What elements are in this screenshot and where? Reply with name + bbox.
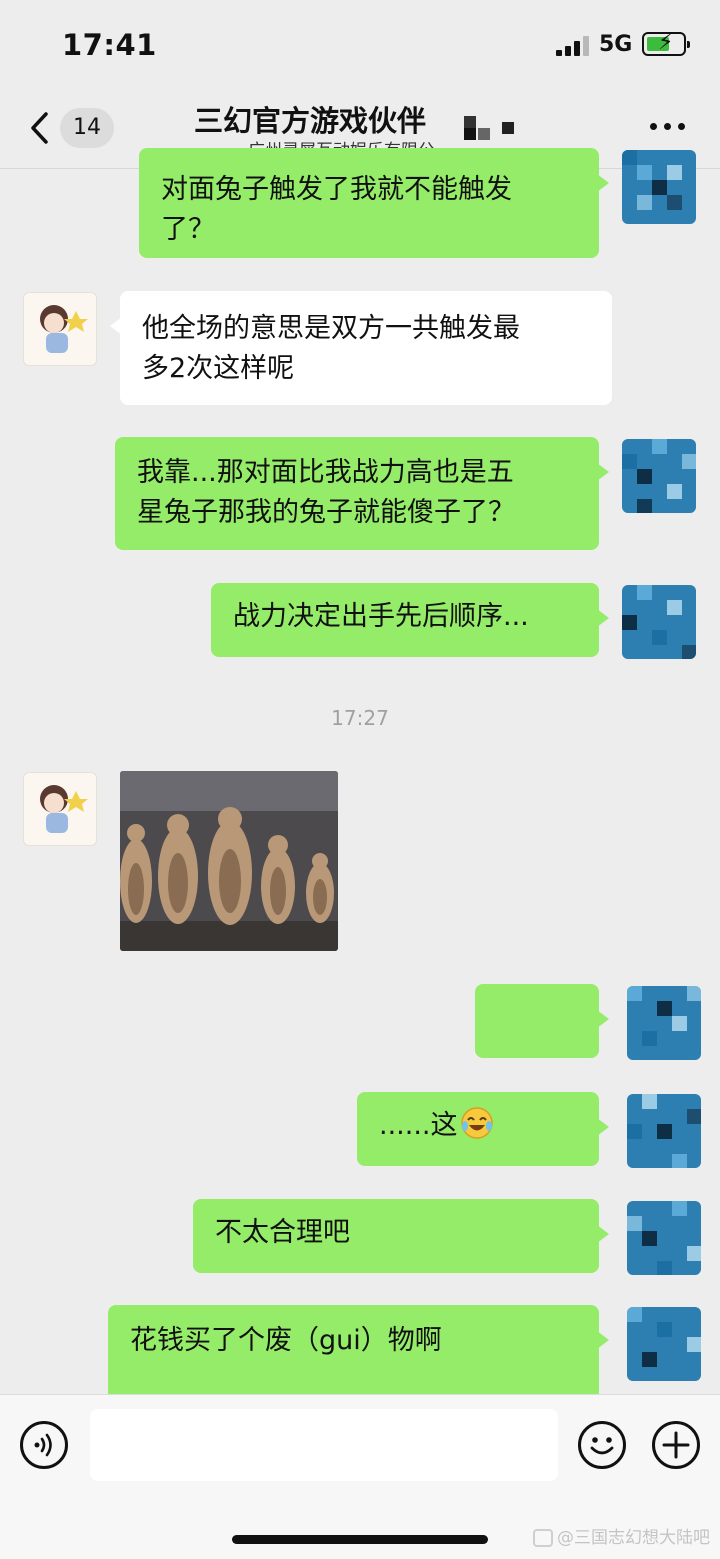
avatar-customer-service[interactable] [23,772,97,846]
home-indicator[interactable] [232,1535,488,1544]
message-line: 对面兔子触发了我就不能触发 [161,174,512,205]
message-bubble-outgoing[interactable]: ......这 [357,1092,609,1166]
message-input[interactable] [90,1409,558,1481]
chevron-left-icon[interactable] [26,108,56,148]
avatar-me[interactable] [622,585,696,659]
message-bubble-incoming[interactable]: 他全场的意思是双方一共触发最 多2次这样呢 [110,291,612,405]
crying-laughing-emoji [460,1107,493,1139]
watermark-text: @三国志幻想大陆吧 [557,1528,710,1548]
message-bubble-outgoing[interactable]: 我靠...那对面比我战力高也是五 星兔子那我的兔子就能傻子了？ [115,437,609,550]
battery-icon: ⚡ [642,31,690,56]
marmots-standing-sticker[interactable] [120,771,338,951]
message-bubble-outgoing[interactable]: 不太合理吧 [193,1199,609,1273]
avatar-me[interactable] [622,150,696,224]
watermark: @三国志幻想大陆吧 [533,1523,710,1548]
message-timestamp: 17:27 [331,706,389,730]
message-bubble-outgoing[interactable]: 对面兔子触发了我就不能触发 了？ [139,148,609,258]
plus-icon[interactable] [652,1421,700,1469]
message-line: 星兔子那我的兔子就能傻子了？ [137,497,515,528]
avatar-me[interactable] [627,986,701,1060]
message-line: 战力决定出手先后顺序... [233,601,529,632]
signal-icon [556,34,592,56]
message-line: 我靠...那对面比我战力高也是五 [137,457,514,488]
status-time: 17:41 [62,28,157,62]
avatar-me[interactable] [622,439,696,513]
message-bubble-outgoing[interactable]: 战力决定出手先后顺序... [211,583,609,657]
chat-screen: 17:41 5G ⚡ 14 三幻官方游戏伙伴 广州灵犀互动娱乐有限公 [0,0,720,1559]
message-line: 他全场的意思是双方一共触发最 [142,313,520,344]
message-line: ......这 [379,1110,458,1141]
avatar-customer-service[interactable] [23,292,97,366]
message-line: 多2次这样呢 [142,353,295,384]
message-line: 了？ [161,214,215,245]
redaction-mosaic [464,116,524,140]
message-bubble-outgoing[interactable] [475,984,609,1058]
emoji-icon[interactable] [578,1421,626,1469]
voice-icon[interactable] [20,1421,68,1469]
avatar-me[interactable] [627,1094,701,1168]
message-line: 不太合理吧 [215,1217,350,1248]
avatar-me[interactable] [627,1307,701,1381]
network-type: 5G [599,32,633,57]
more-dots-icon[interactable] [648,120,688,134]
tieba-logo-icon [533,1529,553,1547]
message-line: 花钱买了个废（gui）物啊 [130,1325,442,1356]
avatar-me[interactable] [627,1201,701,1275]
unread-count-badge[interactable]: 14 [60,108,114,148]
input-bar: @三国志幻想大陆吧 [0,1394,720,1559]
status-bar: 17:41 5G ⚡ [0,0,720,92]
chat-title: 三幻官方游戏伙伴 [194,104,427,138]
